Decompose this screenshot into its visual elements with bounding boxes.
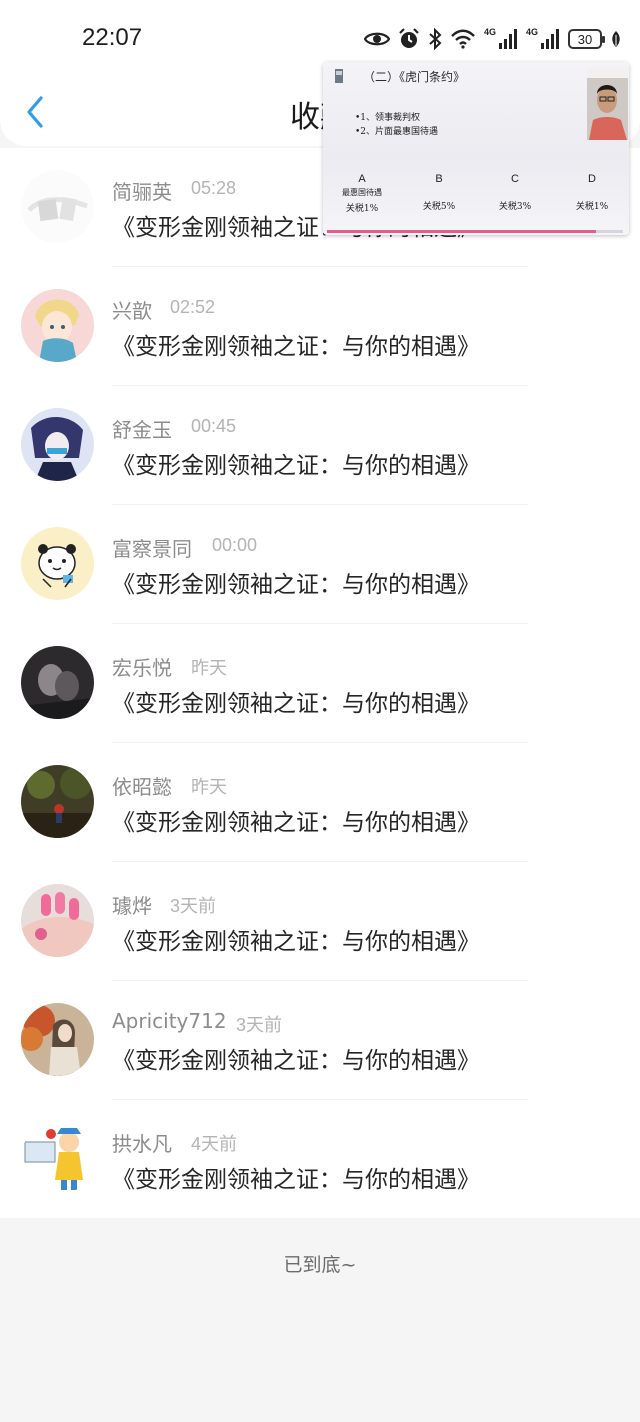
item-time: 00:45: [191, 416, 237, 436]
wifi-icon: [451, 29, 475, 49]
list-item[interactable]: 舒金玉 00:45 《变形金刚领袖之证：与你的相遇》: [0, 386, 640, 505]
item-name: 璩烨: [112, 894, 152, 918]
item-title: 《变形金刚领袖之证：与你的相遇》: [112, 691, 480, 717]
alarm-icon: [399, 28, 419, 48]
item-name: 简骊英: [112, 180, 172, 204]
avatar[interactable]: [21, 1003, 94, 1076]
avatar[interactable]: [21, 884, 94, 957]
slide-option-a: A: [358, 173, 366, 185]
slide-bullet: •2、片面最惠国待遇: [355, 127, 439, 137]
battery-icon: 30: [568, 29, 605, 49]
status-time: 22:07: [82, 24, 143, 51]
slide-option-c: C: [511, 173, 519, 185]
video-progress-fill: [327, 230, 597, 233]
item-title: 《变形金刚领袖之证：与你的相遇》: [112, 1048, 480, 1074]
avatar[interactable]: [21, 289, 94, 362]
list-item[interactable]: 宏乐悦 昨天 《变形金刚领袖之证：与你的相遇》: [0, 624, 640, 743]
item-title: 《变形金刚领袖之证：与你的相遇》: [112, 572, 480, 598]
signal-icon: [498, 29, 517, 49]
item-name: 依昭懿: [112, 775, 172, 799]
item-time: 4天前: [191, 1134, 238, 1154]
status-icons: 4G 4G 30: [363, 26, 622, 52]
battery-level: 30: [577, 31, 593, 47]
slide-logo-icon: [335, 69, 343, 83]
avatar[interactable]: [21, 1122, 94, 1195]
slide-option-d: D: [588, 173, 596, 185]
avatar[interactable]: [21, 765, 94, 838]
slide-title: （二）《虎门条约》: [363, 70, 466, 84]
item-title: 《变形金刚领袖之证：与你的相遇》: [112, 1167, 480, 1193]
avatar[interactable]: [21, 408, 94, 481]
video-overlay[interactable]: （二）《虎门条约》 •1、领事裁判权 •2、片面最惠国待遇 A B C D 最惠…: [323, 62, 629, 235]
list-item[interactable]: 璩烨 3天前 《变形金刚领袖之证：与你的相遇》: [0, 862, 640, 981]
avatar[interactable]: [21, 527, 94, 600]
list-item[interactable]: 依昭懿 昨天 《变形金刚领袖之证：与你的相遇》: [0, 743, 640, 862]
bluetooth-icon: [429, 28, 442, 50]
item-title: 《变形金刚领袖之证：与你的相遇》: [112, 453, 480, 479]
item-time: 昨天: [191, 658, 227, 678]
item-name: Apricity712: [112, 1009, 227, 1033]
item-time: 05:28: [191, 178, 237, 198]
item-name: 兴歆: [112, 299, 152, 323]
slide-option-note: 最惠国待遇: [342, 188, 382, 197]
leaf-icon: [612, 31, 620, 47]
presenter-video: [587, 68, 628, 140]
slide-tax: 关税1%: [575, 202, 609, 212]
favorites-list: 简骊英 05:28 《变形金刚领袖之证：与你的相遇》 兴歆 02:52 《变形金…: [0, 148, 640, 1218]
item-time: 昨天: [191, 777, 227, 797]
slide-tax: 关税1%: [345, 204, 379, 214]
video-progress-bar[interactable]: [327, 230, 623, 233]
item-time: 3天前: [170, 896, 217, 916]
item-title: 《变形金刚领袖之证：与你的相遇》: [112, 929, 480, 955]
item-time: 3天前: [236, 1015, 283, 1035]
list-item[interactable]: 富察景同 00:00 《变形金刚领袖之证：与你的相遇》: [0, 505, 640, 624]
item-time: 00:00: [212, 535, 258, 555]
item-time: 02:52: [170, 297, 216, 317]
item-name: 拱水凡: [112, 1132, 172, 1156]
item-title: 《变形金刚领袖之证：与你的相遇》: [112, 810, 480, 836]
list-item[interactable]: Apricity712 3天前 《变形金刚领袖之证：与你的相遇》: [0, 981, 640, 1100]
avatar[interactable]: [21, 646, 94, 719]
network-type-2: 4G: [525, 27, 538, 37]
signal-icon: [541, 29, 559, 49]
network-type-1: 4G: [483, 27, 496, 37]
slide-tax: 关税3%: [498, 202, 532, 212]
slide-option-b: B: [435, 173, 443, 185]
item-name: 宏乐悦: [112, 656, 172, 680]
item-title: 《变形金刚领袖之证：与你的相遇》: [112, 334, 480, 360]
end-of-list-text: 已到底~: [283, 1254, 357, 1276]
avatar[interactable]: [21, 170, 94, 243]
eye-icon: [363, 32, 390, 46]
list-item[interactable]: 兴歆 02:52 《变形金刚领袖之证：与你的相遇》: [0, 267, 640, 386]
list-item[interactable]: 拱水凡 4天前 《变形金刚领袖之证：与你的相遇》: [0, 1100, 640, 1219]
item-name: 富察景同: [112, 537, 192, 561]
item-name: 舒金玉: [112, 418, 172, 442]
slide-bullet: •1、领事裁判权: [355, 113, 421, 123]
slide-tax: 关税5%: [422, 202, 456, 212]
